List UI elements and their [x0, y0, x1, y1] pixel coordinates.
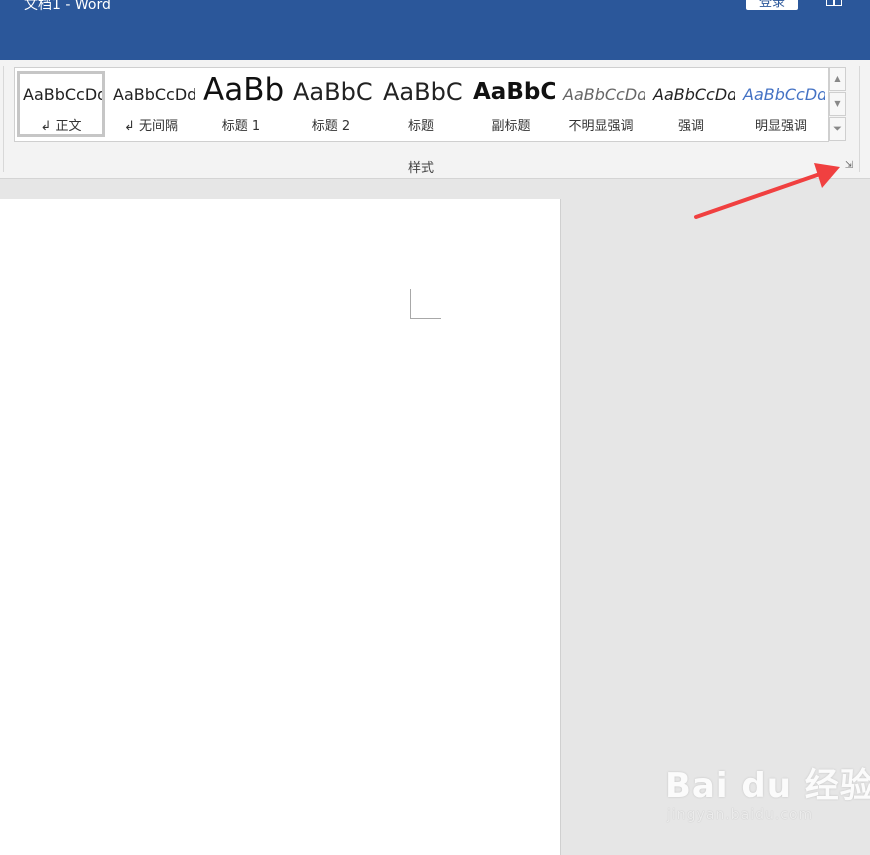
style-subtle-emphasis[interactable]: AaBbCcDd 不明显强调 — [557, 71, 645, 137]
style-emphasis[interactable]: AaBbCcDd 强调 — [647, 71, 735, 137]
more-styles-icon[interactable]: ⏷ — [829, 117, 846, 141]
style-preview: AaBbCcDd — [113, 85, 195, 104]
style-normal[interactable]: AaBbCcDd ↲ 正文 — [17, 71, 105, 137]
style-preview: AaBbC — [473, 79, 555, 105]
ribbon-separator — [859, 66, 860, 172]
baidu-watermark: Bai du 经验 jingyan.baidu.com — [665, 758, 870, 823]
style-no-spacing[interactable]: AaBbCcDd ↲ 无间隔 — [107, 71, 195, 137]
login-button[interactable]: 登录 — [746, 0, 798, 10]
watermark-logo: Bai du 经验 — [665, 766, 870, 806]
style-label: 标题 — [407, 119, 434, 134]
style-title[interactable]: AaBbC 标题 — [377, 71, 465, 137]
style-preview: AaBbC — [383, 78, 463, 106]
title-bar: 文档1 - Word 登录 — [0, 0, 870, 60]
style-label: 标题 1 — [221, 119, 261, 134]
style-label: 标题 2 — [311, 119, 351, 134]
style-subtitle[interactable]: AaBbC 副标题 — [467, 71, 555, 137]
style-preview: AaBbCcDd — [563, 85, 645, 104]
style-preview: AaBbCcDd — [743, 85, 825, 104]
style-label: 明显强调 — [754, 119, 807, 134]
style-heading-1[interactable]: AaBb 标题 1 — [197, 71, 285, 137]
document-title: 文档1 - Word — [24, 0, 111, 13]
scroll-up-icon[interactable]: ▲ — [829, 67, 846, 91]
arrow-shaft — [694, 172, 822, 219]
ribbon-display-options-icon[interactable] — [826, 0, 842, 6]
margin-corner-mark — [410, 289, 441, 319]
style-preview: AaBbCcDd — [653, 85, 735, 104]
style-label: 不明显强调 — [568, 119, 634, 134]
annotation-arrow-icon — [694, 163, 840, 219]
style-intense-emphasis[interactable]: AaBbCcDd 明显强调 — [737, 71, 825, 137]
styles-gallery: AaBbCcDd ↲ 正文 AaBbCcDd ↲ 无间隔 AaBb 标题 1 A… — [14, 67, 829, 142]
scroll-down-icon[interactable]: ▼ — [829, 92, 846, 116]
style-heading-2[interactable]: AaBbC 标题 2 — [287, 71, 375, 137]
style-preview: AaBbCcDd — [23, 85, 105, 104]
style-label: ↲ 正文 — [40, 119, 82, 134]
style-label: 强调 — [677, 119, 704, 134]
document-page[interactable] — [0, 199, 561, 855]
style-preview: AaBbC — [293, 78, 373, 106]
style-label: ↲ 无间隔 — [123, 119, 179, 134]
watermark-url: jingyan.baidu.com — [667, 807, 814, 823]
styles-gallery-scrollbar: ▲ ▼ ⏷ — [829, 67, 846, 142]
style-label: 副标题 — [491, 119, 531, 134]
style-preview: AaBb — [203, 72, 285, 108]
